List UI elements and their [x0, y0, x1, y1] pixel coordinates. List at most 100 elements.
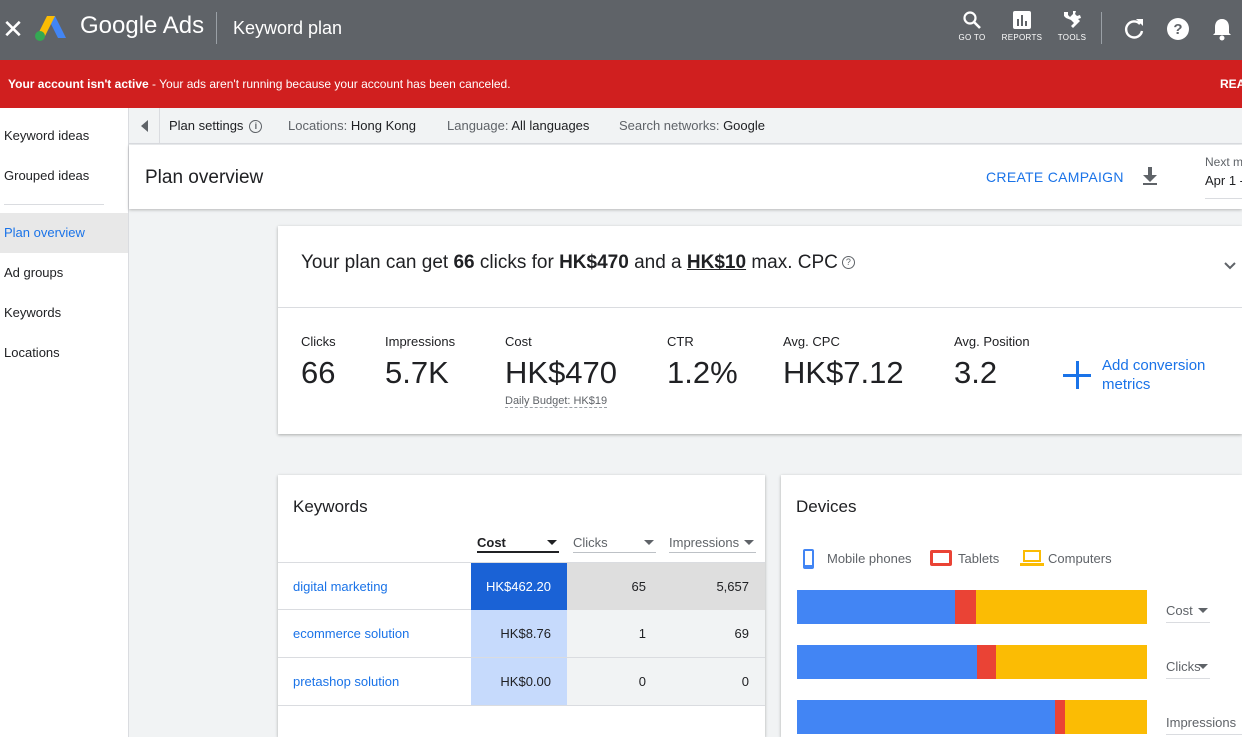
language-value: All languages [511, 118, 590, 133]
alert-action-link[interactable]: REA [1220, 77, 1242, 91]
left-nav: Keyword ideas Grouped ideas Plan overvie… [0, 108, 129, 737]
device-bar [797, 645, 1147, 679]
legend-computers[interactable]: Computers [1020, 549, 1130, 567]
bar-segment-computers[interactable] [995, 645, 1147, 679]
nav-item-locations[interactable]: Locations [0, 333, 128, 373]
bar-segment-tablet[interactable] [1054, 700, 1066, 734]
keywords-card: Keywords Cost Clicks Impressions digital… [278, 475, 765, 737]
bar-segment-tablet[interactable] [976, 645, 996, 679]
column-header-cost[interactable]: Cost [477, 535, 559, 553]
download-icon[interactable] [1139, 165, 1161, 187]
bar-metric-label: Impressions [1166, 715, 1237, 730]
collapse-nav-button[interactable] [129, 108, 160, 144]
keyword-link[interactable]: digital marketing [293, 579, 388, 594]
metric-avg-cpc: Avg. CPC HK$7.12 [783, 334, 904, 391]
summary-cost: HK$470 [559, 252, 629, 273]
metric-label: Avg. Position [954, 334, 1030, 349]
reports-label: REPORTS [1001, 33, 1043, 42]
metric-label: CTR [667, 334, 694, 349]
alert-detail: - Your ads aren't running because your a… [148, 77, 511, 91]
divider [1101, 12, 1102, 44]
create-campaign-button[interactable]: CREATE CAMPAIGN [986, 169, 1124, 185]
bar-segment-mobile[interactable] [797, 590, 955, 624]
summary-clicks: 66 [453, 252, 475, 273]
bar-segment-mobile[interactable] [797, 645, 977, 679]
cost-cell: HK$462.20 [471, 563, 567, 610]
top-bar: ✕ Google Ads Keyword plan GO TO REPORTS … [0, 0, 1242, 60]
column-header-impressions[interactable]: Impressions [669, 535, 756, 553]
column-header-clicks[interactable]: Clicks [573, 535, 656, 553]
date-range-selector[interactable]: Next m Apr 1 - [1205, 155, 1242, 199]
daily-budget[interactable]: Daily Budget: HK$19 [505, 395, 608, 408]
nav-item-ad-groups[interactable]: Ad groups [0, 253, 128, 293]
language-setting[interactable]: Language: All languages [447, 118, 589, 133]
bar-metric-selector[interactable]: Impressions [1166, 715, 1242, 735]
metric-avg-position: Avg. Position 3.2 [954, 334, 1030, 391]
legend-mobile-phones[interactable]: Mobile phones [799, 549, 919, 569]
locations-value: Hong Kong [350, 118, 416, 133]
brand-name: Google Ads [80, 12, 205, 39]
keywords-title: Keywords [293, 497, 368, 516]
clicks-cell: 0 [567, 658, 656, 705]
info-icon[interactable]: i [249, 120, 263, 134]
summary-sentence: Your plan can get 66 clicks for HK$470 a… [301, 252, 855, 274]
tools-button[interactable]: TOOLS [1049, 10, 1095, 50]
clicks-cell: 1 [567, 610, 656, 657]
date-range-label: Next m [1205, 155, 1242, 169]
help-icon[interactable]: ? [841, 256, 855, 270]
impressions-cell: 69 [656, 610, 765, 657]
table-row: digital marketing HK$462.20 65 5,657 [278, 562, 765, 610]
bar-segment-computers[interactable] [975, 590, 1147, 624]
nav-item-grouped-ideas[interactable]: Grouped ideas [0, 156, 128, 196]
networks-setting[interactable]: Search networks: Google [619, 118, 765, 133]
legend-label: Tablets [958, 551, 1000, 566]
dropdown-icon [644, 540, 654, 545]
metric-clicks: Clicks 66 [301, 334, 336, 391]
chevron-left-icon [141, 120, 148, 132]
metric-label: Avg. CPC [783, 334, 840, 349]
plan-header: Plan overview CREATE CAMPAIGN Next m Apr… [129, 145, 1242, 209]
legend-label: Computers [1048, 551, 1112, 566]
legend-tablets[interactable]: Tablets [930, 549, 1010, 567]
max-cpc-link[interactable]: HK$10 [687, 252, 746, 273]
metric-value: 66 [301, 355, 336, 390]
bar-segment-tablet[interactable] [954, 590, 976, 624]
keyword-link[interactable]: ecommerce solution [293, 626, 409, 641]
bar-metric-selector[interactable]: Clicks [1166, 659, 1210, 679]
sort-down-icon [547, 540, 557, 545]
tablet-icon [930, 550, 952, 566]
table-row: pretashop solution HK$0.00 0 0 [278, 658, 765, 706]
summary-text: and a [628, 252, 687, 273]
add-conversion-metrics-button[interactable]: Add conversion metrics [1062, 354, 1232, 394]
close-icon[interactable]: ✕ [2, 14, 24, 44]
networks-value: Google [723, 118, 765, 133]
device-bar [797, 590, 1147, 624]
chevron-down-icon[interactable] [1222, 258, 1238, 274]
metric-value: 1.2% [667, 355, 738, 390]
impressions-cell: 5,657 [656, 563, 765, 610]
keyword-link[interactable]: pretashop solution [293, 674, 399, 689]
bar-segment-computers[interactable] [1065, 700, 1147, 734]
devices-card: Devices Mobile phones Tablets Computers … [781, 475, 1242, 737]
nav-item-keywords[interactable]: Keywords [0, 293, 128, 333]
computer-icon [1020, 550, 1044, 566]
bell-icon[interactable] [1209, 16, 1235, 42]
dropdown-icon [1198, 664, 1208, 669]
language-label: Language: [447, 118, 509, 133]
reports-button[interactable]: REPORTS [999, 10, 1045, 50]
reports-icon [1013, 11, 1031, 29]
plan-settings-bar: Plan settings i Locations: Hong Kong Lang… [129, 108, 1242, 144]
plan-settings-label[interactable]: Plan settings i [169, 118, 263, 134]
nav-item-plan-overview[interactable]: Plan overview [0, 213, 128, 253]
help-icon[interactable]: ? [1165, 16, 1191, 42]
refresh-icon[interactable] [1121, 16, 1147, 42]
nav-item-keyword-ideas[interactable]: Keyword ideas [0, 116, 128, 156]
page-title: Keyword plan [233, 18, 343, 38]
bar-segment-mobile[interactable] [797, 700, 1055, 734]
locations-setting[interactable]: Locations: Hong Kong [288, 118, 416, 133]
goto-button[interactable]: GO TO [949, 10, 995, 50]
metric-label: Impressions [385, 334, 456, 349]
dropdown-icon [1198, 608, 1208, 613]
bar-metric-selector[interactable]: Cost [1166, 603, 1210, 623]
networks-label: Search networks: [619, 118, 720, 133]
